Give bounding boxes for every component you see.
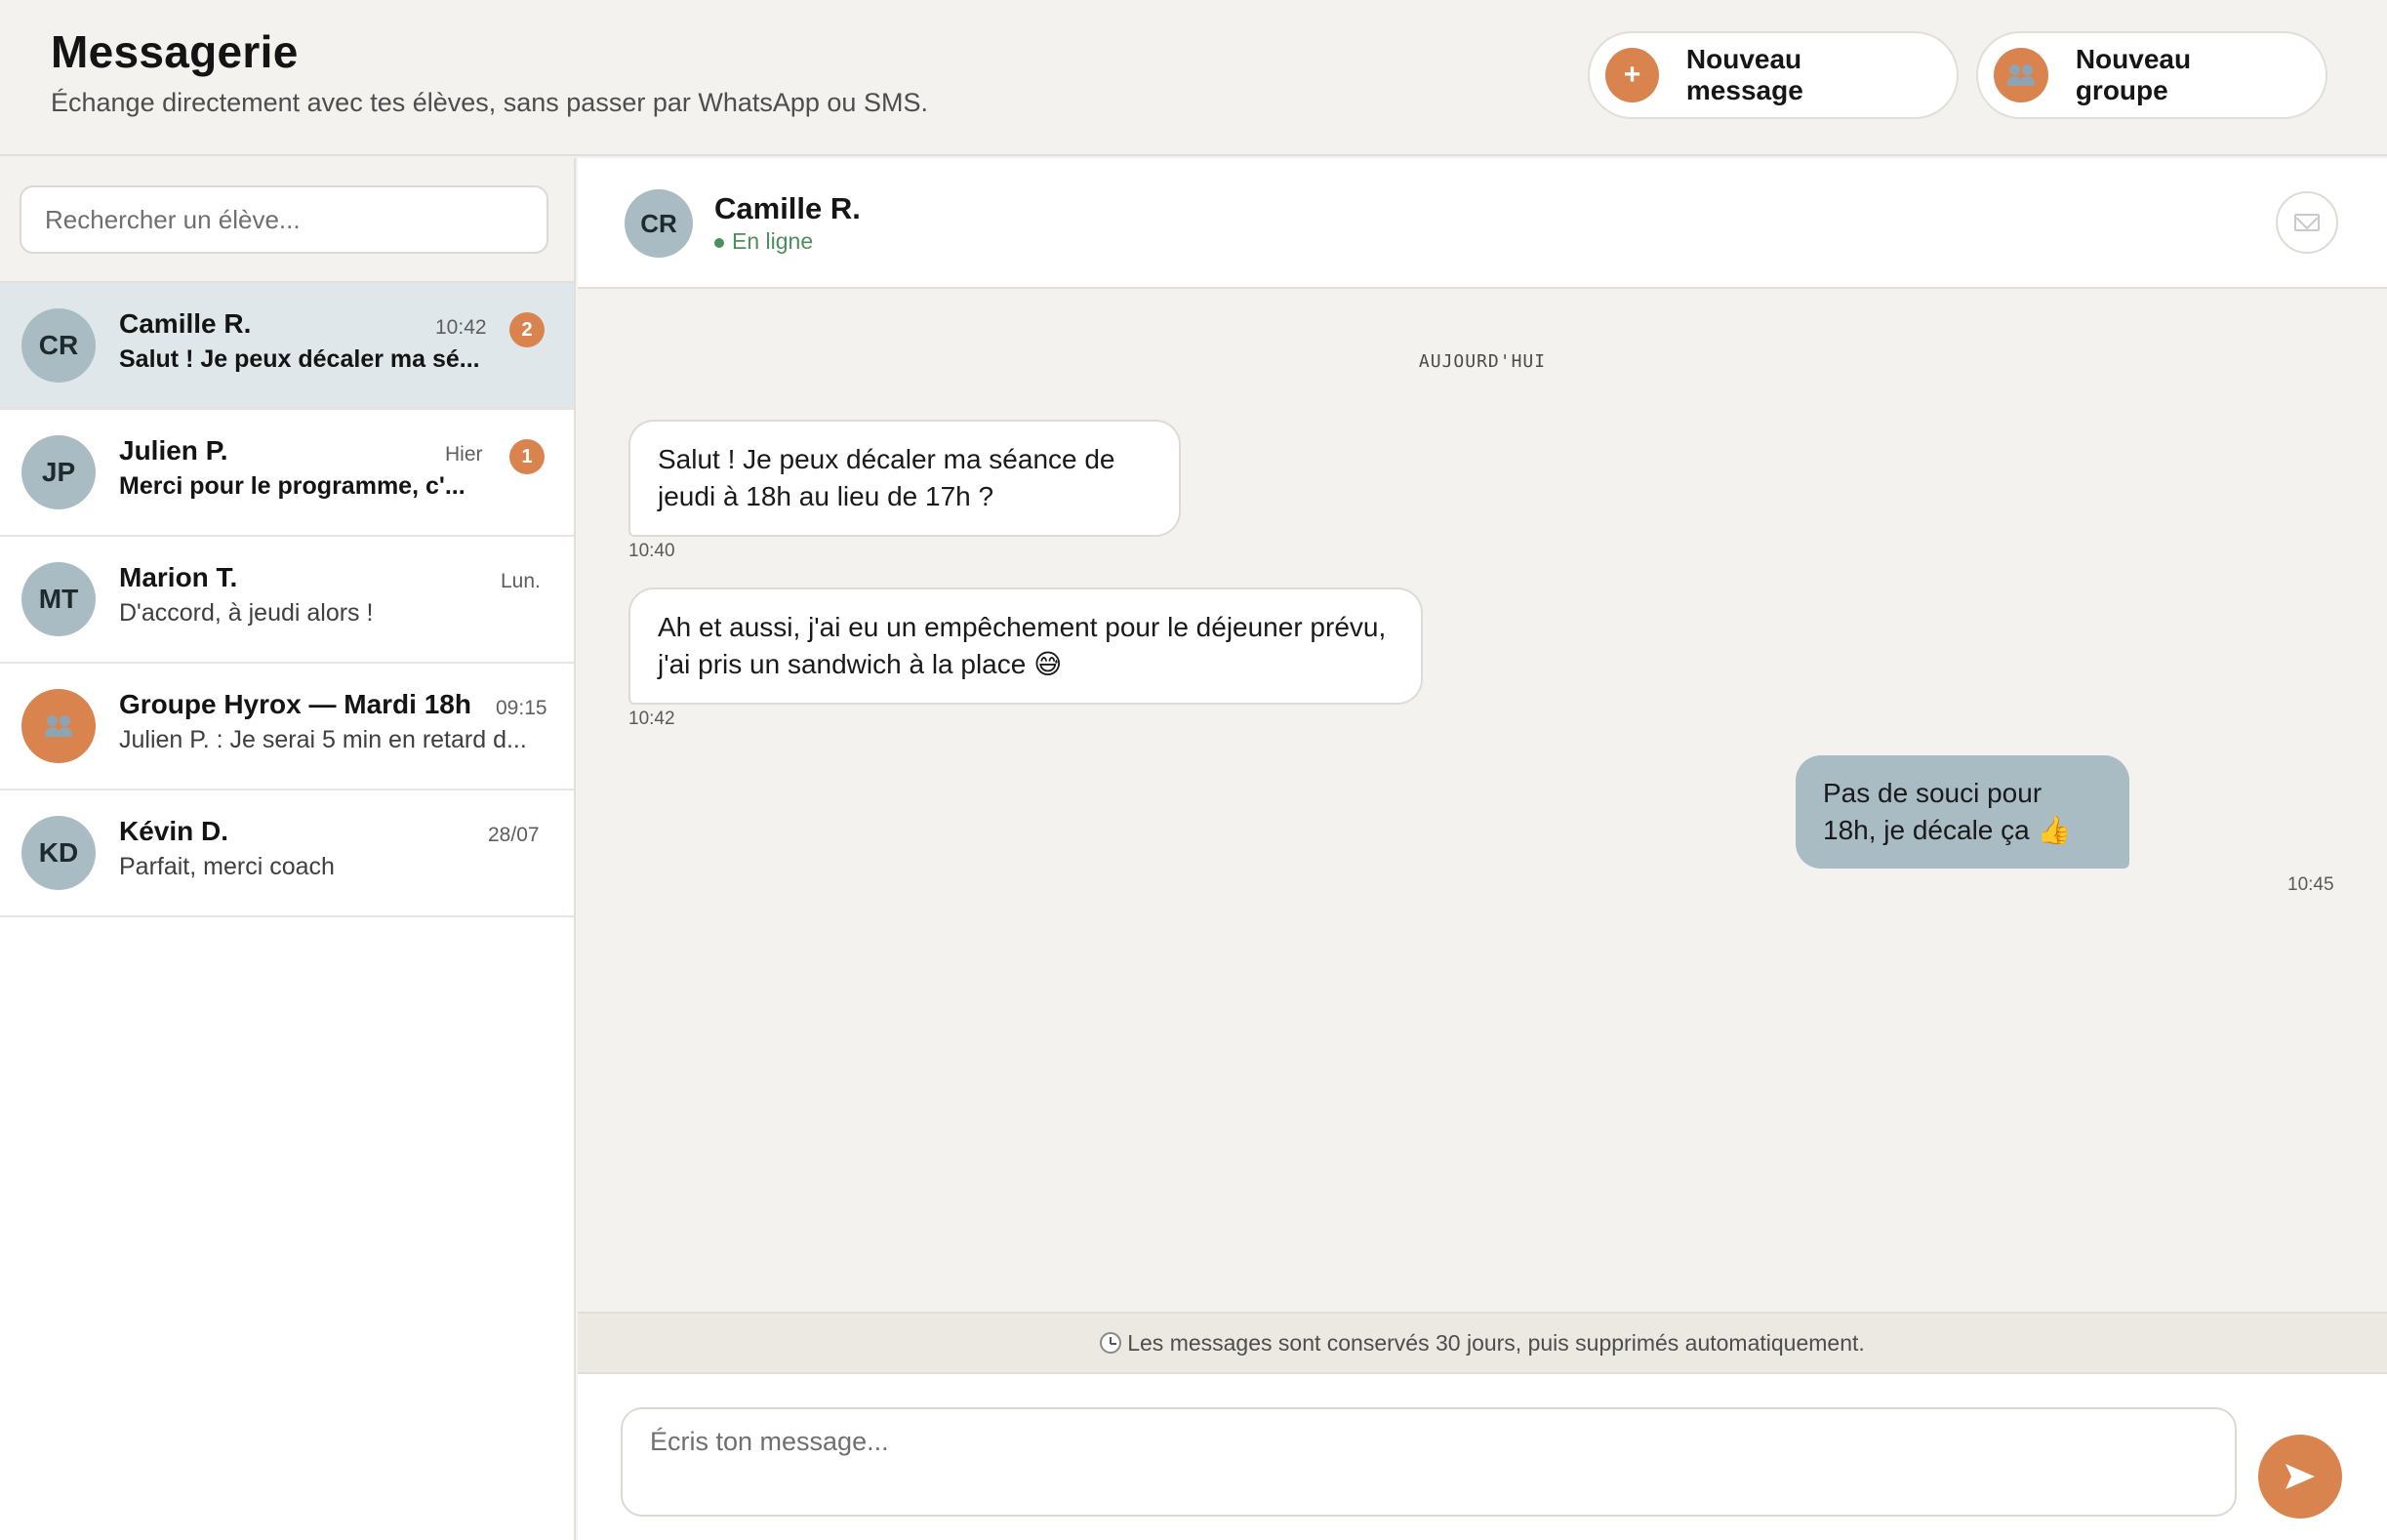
clock-icon — [1100, 1332, 1122, 1354]
group-icon — [1994, 48, 2048, 102]
message-input[interactable] — [621, 1407, 2237, 1517]
conversation-time: 10:42 — [435, 316, 487, 339]
conversation-name: Marion T. — [119, 562, 238, 592]
outgoing-message: Pas de souci pour 18h, je décale ça 👍 — [1796, 755, 2129, 869]
online-status: En ligne — [714, 228, 813, 255]
conversation-time: 09:15 — [496, 697, 547, 719]
new-group-label: Nouveau groupe — [2075, 44, 2192, 105]
message-composer — [578, 1374, 2387, 1540]
page-title: Messagerie — [51, 26, 299, 77]
chat-header: CR Camille R. En ligne — [578, 158, 2387, 289]
conversation-preview: Julien P. : Je serai 5 min en retard d..… — [119, 726, 527, 753]
conversation-preview: Merci pour le programme, c'... — [119, 472, 465, 500]
unread-badge: 1 — [509, 439, 545, 474]
conversation-name: Kévin D. — [119, 816, 229, 846]
avatar: JP — [21, 435, 96, 509]
search-bar — [0, 158, 574, 283]
avatar: CR — [21, 308, 96, 383]
conversation-item[interactable]: MT Marion T. Lun. D'accord, à jeudi alor… — [0, 537, 574, 664]
email-button[interactable] — [2276, 191, 2338, 254]
conversation-name: Groupe Hyrox — Mardi 18h — [119, 689, 471, 719]
conversation-time: Hier — [445, 443, 483, 466]
day-separator: AUJOURD'HUI — [1418, 351, 1547, 372]
conversation-time: Lun. — [501, 570, 541, 592]
message-time: 10:42 — [628, 709, 675, 729]
incoming-message: Ah et aussi, j'ai eu un empêchement pour… — [628, 588, 1423, 705]
message-thread: AUJOURD'HUI Salut ! Je peux décaler ma s… — [578, 289, 2387, 1312]
send-icon — [2286, 1464, 2315, 1489]
envelope-icon — [2294, 214, 2320, 231]
online-status-label: En ligne — [732, 228, 814, 254]
message-time: 10:45 — [2287, 874, 2334, 895]
search-input[interactable] — [20, 185, 548, 254]
retention-notice: Les messages sont conservés 30 jours, pu… — [578, 1312, 2387, 1374]
new-group-button[interactable]: Nouveau groupe — [1976, 31, 2327, 119]
conversation-preview: D'accord, à jeudi alors ! — [119, 599, 374, 627]
avatar: KD — [21, 816, 96, 890]
group-icon — [21, 689, 96, 763]
conversation-name: Julien P. — [119, 435, 228, 466]
avatar: CR — [625, 189, 693, 258]
page-header: Messagerie Échange directement avec tes … — [0, 0, 2387, 156]
page-subtitle: Échange directement avec tes élèves, san… — [51, 88, 928, 117]
avatar: MT — [21, 562, 96, 636]
retention-notice-text: Les messages sont conservés 30 jours, pu… — [1127, 1329, 1865, 1356]
conversation-time: 28/07 — [488, 824, 540, 846]
conversation-list: CR Camille R. 10:42 2 Salut ! Je peux dé… — [0, 283, 574, 917]
chat-contact-name: Camille R. — [714, 191, 861, 225]
conversation-item[interactable]: Groupe Hyrox — Mardi 18h 09:15 Julien P.… — [0, 664, 574, 790]
online-dot-icon — [714, 237, 724, 248]
new-message-label: Nouveau message — [1685, 44, 1803, 105]
send-button[interactable] — [2258, 1435, 2342, 1519]
conversation-name: Camille R. — [119, 308, 252, 339]
incoming-message: Salut ! Je peux décaler ma séance de jeu… — [628, 420, 1181, 537]
unread-badge: 2 — [509, 312, 545, 347]
conversation-sidebar: CR Camille R. 10:42 2 Salut ! Je peux dé… — [0, 158, 576, 1540]
conversation-item[interactable]: CR Camille R. 10:42 2 Salut ! Je peux dé… — [0, 283, 574, 410]
message-time: 10:40 — [628, 541, 675, 561]
new-message-button[interactable]: + Nouveau message — [1588, 31, 1959, 119]
conversation-item[interactable]: KD Kévin D. 28/07 Parfait, merci coach — [0, 790, 574, 917]
conversation-preview: Salut ! Je peux décaler ma sé... — [119, 345, 480, 373]
conversation-item[interactable]: JP Julien P. Hier 1 Merci pour le progra… — [0, 410, 574, 537]
conversation-preview: Parfait, merci coach — [119, 853, 335, 880]
plus-icon: + — [1605, 48, 1659, 102]
